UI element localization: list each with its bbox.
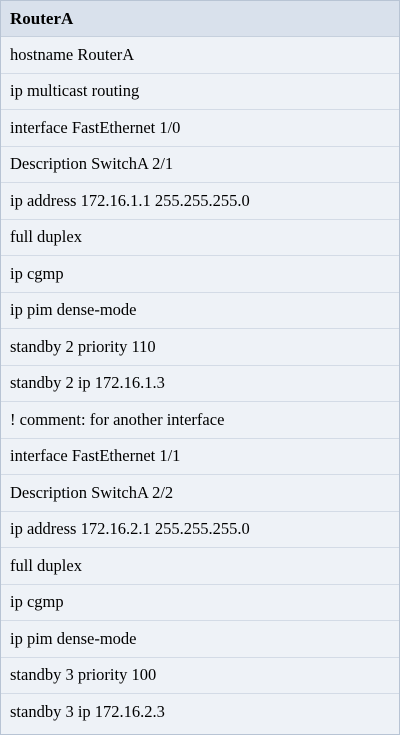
config-line: ip cgmp — [1, 585, 399, 621]
router-config-table: RouterA hostname RouterA ip multicast ro… — [0, 0, 400, 735]
config-line: hostname RouterA — [1, 37, 399, 74]
config-line: ip address 172.16.2.1 255.255.255.0 — [1, 512, 399, 548]
config-line: full duplex — [1, 548, 399, 585]
config-rows: hostname RouterA ip multicast routing in… — [1, 37, 399, 731]
config-line: Description SwitchA 2/2 — [1, 475, 399, 512]
config-line: ip pim dense-mode — [1, 621, 399, 658]
table-header: RouterA — [1, 1, 399, 37]
config-line: interface FastEthernet 1/1 — [1, 439, 399, 475]
config-line: ip pim dense-mode — [1, 293, 399, 329]
config-line: standby 3 ip 172.16.2.3 — [10, 702, 165, 722]
config-line: ip address 172.16.1.1 255.255.255.0 — [1, 183, 399, 220]
config-line: ip multicast routing — [1, 74, 399, 110]
config-line: full duplex — [1, 220, 399, 256]
config-line: standby 2 ip 172.16.1.3 — [1, 366, 399, 402]
config-line: interface FastEthernet 1/0 — [1, 110, 399, 147]
config-line: standby 2 priority 110 — [1, 329, 399, 366]
config-comment-line: ! comment: for another interface — [1, 402, 399, 439]
config-line: standby 3 priority 100 — [1, 658, 399, 694]
config-line: ip cgmp — [1, 256, 399, 293]
config-line: Description SwitchA 2/1 — [1, 147, 399, 183]
